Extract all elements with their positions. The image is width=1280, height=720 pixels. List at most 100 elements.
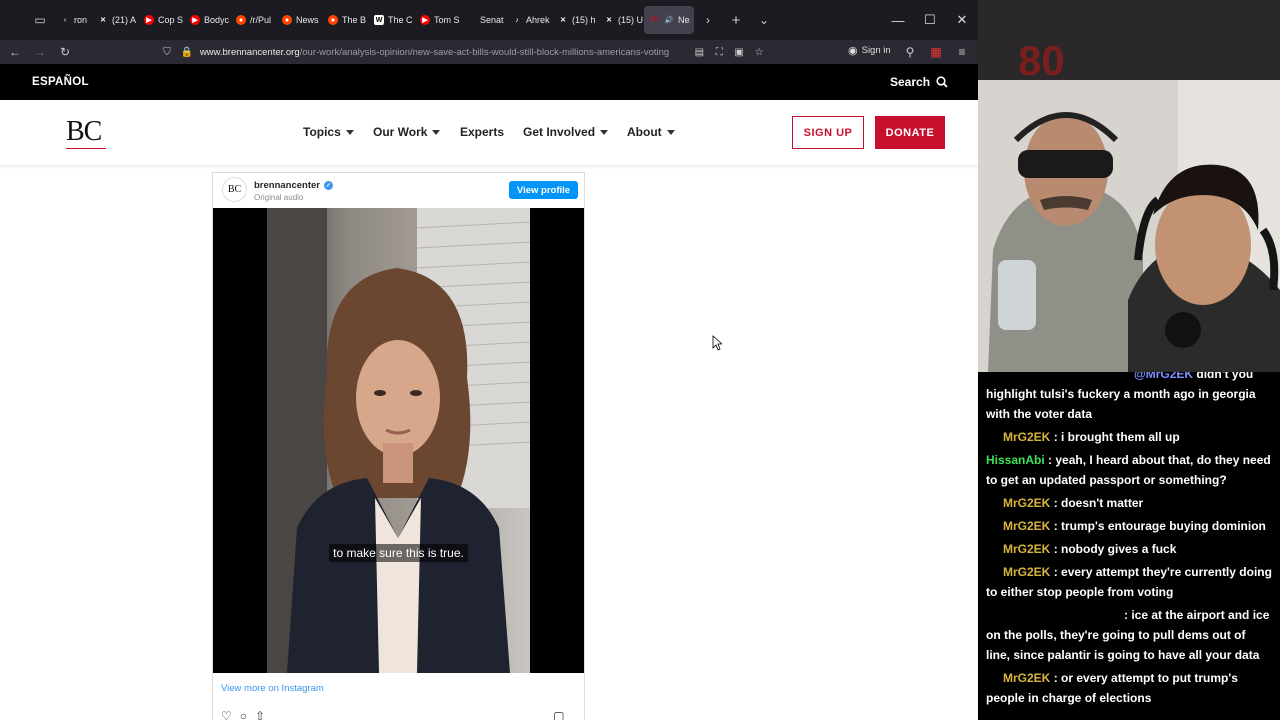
chat-badge-icon: [986, 431, 1000, 441]
maximize-icon[interactable]: ☐: [914, 0, 946, 40]
bc-favicon-icon: BC: [650, 17, 660, 23]
tab[interactable]: ● The B: [322, 6, 368, 34]
speaker-icon: 🔊: [664, 17, 674, 24]
save-icon[interactable]: ▢: [553, 709, 564, 720]
chat-message: MrG2EK : every attempt they're currently…: [986, 562, 1272, 602]
nav-about[interactable]: About: [627, 125, 675, 139]
tab-label: /r/Pul: [250, 15, 272, 25]
chat-username[interactable]: MrG2EK: [1003, 496, 1050, 510]
video-caption: to make sure this is true.: [213, 544, 584, 562]
minimize-icon[interactable]: —: [882, 0, 914, 40]
tab[interactable]: ✕ (15) U: [598, 6, 644, 34]
extensions-icon[interactable]: ⚲: [898, 40, 922, 64]
chat-username[interactable]: MrG2EK: [1003, 542, 1050, 556]
tab[interactable]: ‹ ron: [54, 6, 92, 34]
tab[interactable]: ♪ Ahrek: [506, 6, 552, 34]
bookmark-star-icon[interactable]: ☆: [752, 45, 766, 59]
tab[interactable]: ✕ (21) A: [92, 6, 138, 34]
reader-view-icon[interactable]: ▤: [692, 45, 706, 59]
chevron-right-icon[interactable]: ›: [694, 0, 722, 40]
url-text[interactable]: www.brennancenter.org/our-work/analysis-…: [200, 47, 687, 58]
new-tab-icon[interactable]: +: [722, 0, 750, 40]
picture-in-picture-icon[interactable]: ▣: [732, 45, 746, 59]
reddit-icon: ●: [236, 15, 246, 25]
tab[interactable]: ● /r/Pul: [230, 6, 276, 34]
view-more-link[interactable]: View more on Instagram: [221, 683, 324, 694]
donate-button[interactable]: DONATE: [875, 116, 945, 149]
caret-down-icon: [600, 129, 609, 135]
search-label: Search: [890, 75, 931, 89]
search-icon: [936, 76, 948, 88]
avatar[interactable]: BC: [222, 177, 247, 202]
webcam-image: 80: [978, 0, 1280, 372]
chat-username[interactable]: MrG2EK: [1003, 565, 1050, 579]
chat-text: : doesn't matter: [1053, 496, 1144, 510]
tab-overview-icon[interactable]: ▭: [26, 0, 54, 40]
username[interactable]: brennancenter ✓: [254, 180, 333, 191]
tab[interactable]: ▶ Cop S: [138, 6, 184, 34]
tab[interactable]: ▶ Tom S: [414, 6, 460, 34]
tab[interactable]: ● News: [276, 6, 322, 34]
tab-label: Cop S: [158, 15, 184, 25]
screenshot-icon[interactable]: ⛶: [712, 45, 726, 59]
brennan-center-logo[interactable]: BC: [66, 116, 102, 148]
forward-icon[interactable]: →: [28, 40, 52, 64]
instagram-embed: BC brennancenter ✓ Original audio View pr…: [212, 172, 585, 720]
caret-down-icon: [666, 129, 675, 135]
audio-label: Original audio: [254, 193, 304, 202]
nav-label: Get Involved: [523, 125, 596, 139]
back-icon[interactable]: ←: [3, 40, 27, 64]
comment-icon[interactable]: ○: [240, 709, 247, 720]
main-nav: Topics Our Work Experts Get Involved Abo…: [303, 125, 675, 139]
mouse-cursor-icon: [712, 335, 722, 351]
address-bar[interactable]: ⛉ 🔒 www.brennancenter.org/our-work/analy…: [156, 42, 766, 62]
close-icon[interactable]: ✕: [946, 0, 978, 40]
chat-badge-icon: [986, 566, 1000, 576]
tab-label: Ahrek: [526, 15, 550, 25]
nav-label: Our Work: [373, 125, 428, 139]
stream-chat: @MrG2EK didn't you highlight tulsi's fuc…: [978, 372, 1280, 720]
lock-icon[interactable]: 🔒: [180, 45, 194, 59]
video-frame: [267, 208, 530, 673]
tab[interactable]: W The C: [368, 6, 414, 34]
tab[interactable]: Senat: [460, 6, 506, 34]
chat-mention: @MrG2EK: [1134, 372, 1194, 381]
video-player[interactable]: to make sure this is true.: [213, 208, 584, 673]
reddit-icon: ●: [328, 15, 338, 25]
chat-username[interactable]: MrG2EK: [1003, 430, 1050, 444]
speaker-person-image: [287, 268, 510, 673]
nav-topics[interactable]: Topics: [303, 125, 373, 139]
tab-label: News: [296, 15, 319, 25]
chat-badge-icon: [986, 672, 1000, 682]
nav-get-involved[interactable]: Get Involved: [523, 125, 627, 139]
tab[interactable]: ✕ (15) h: [552, 6, 598, 34]
sign-in-button[interactable]: ◉ Sign in: [848, 44, 891, 57]
nav-our-work[interactable]: Our Work: [373, 125, 460, 139]
youtube-icon: ▶: [144, 15, 154, 25]
chat-badge-icon: [986, 543, 1000, 553]
tab-label: The B: [342, 15, 367, 25]
nav-experts[interactable]: Experts: [460, 125, 523, 139]
search-button[interactable]: Search: [890, 75, 948, 89]
chat-badge-icon: [986, 520, 1000, 530]
tab[interactable]: ▶ Bodyc: [184, 6, 230, 34]
webcam-overlay: 80: [978, 0, 1280, 372]
tab-list-icon[interactable]: ⌄: [750, 0, 778, 40]
chat-username[interactable]: MrG2EK: [1003, 671, 1050, 685]
chat-username[interactable]: MrG2EK: [1003, 519, 1050, 533]
espanol-link[interactable]: ESPAÑOL: [32, 76, 89, 88]
menu-icon[interactable]: ≡: [950, 40, 974, 64]
addon-icon[interactable]: ▦: [924, 40, 948, 64]
sign-up-button[interactable]: SIGN UP: [792, 116, 864, 149]
reload-icon[interactable]: ↻: [53, 40, 77, 64]
chat-text: : trump's entourage buying dominion: [1053, 519, 1266, 533]
shield-icon[interactable]: ⛉: [160, 45, 174, 59]
heart-icon[interactable]: ♡: [221, 709, 232, 720]
share-icon[interactable]: ⇧: [255, 709, 265, 720]
caption-text: to make sure this is true.: [329, 544, 468, 562]
browser-window: ▭ ‹ ron ✕ (21) A ▶ Cop S ▶ Bodyc ● /r/Pul ● Ne…: [0, 0, 978, 720]
view-profile-button[interactable]: View profile: [509, 181, 578, 199]
chat-text: : i brought them all up: [1053, 430, 1180, 444]
chat-username[interactable]: HissanAbi: [986, 453, 1045, 467]
tab-active[interactable]: BC 🔊 Ne: [644, 6, 694, 34]
